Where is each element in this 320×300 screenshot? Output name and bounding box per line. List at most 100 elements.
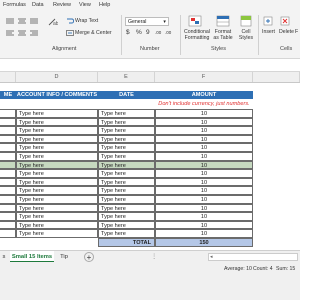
name-cell[interactable] (0, 109, 16, 118)
amount-cell[interactable]: 10 (155, 220, 253, 230)
date-cell[interactable]: Type here (98, 143, 155, 152)
account-cell[interactable]: Type here (16, 126, 98, 135)
format-button[interactable]: F (295, 29, 298, 35)
comma-button[interactable]: 9 (146, 29, 150, 36)
amount-cell[interactable]: 10 (155, 203, 253, 213)
total-value[interactable]: 150 (155, 238, 253, 247)
name-cell[interactable] (0, 152, 16, 161)
tab-data[interactable]: Data (32, 2, 44, 8)
column-header-c[interactable] (0, 72, 16, 82)
number-format-select[interactable]: General ▾ (125, 17, 169, 26)
date-cell[interactable]: Type here (98, 177, 155, 187)
decrease-decimal-button[interactable]: .00 (165, 30, 171, 36)
tab-help[interactable]: Help (99, 2, 110, 8)
percent-button[interactable]: % (136, 29, 142, 36)
delete-button[interactable]: Delete (279, 29, 294, 35)
add-sheet-button[interactable]: + (84, 252, 94, 262)
column-header-f[interactable]: F (155, 72, 253, 82)
amount-cell[interactable]: 10 (155, 229, 253, 238)
date-cell[interactable]: Type here (98, 126, 155, 135)
ribbon-separator (180, 15, 181, 55)
date-cell[interactable]: Type here (98, 169, 155, 178)
name-cell[interactable] (0, 117, 16, 127)
account-cell[interactable]: Type here (16, 143, 98, 152)
account-cell[interactable]: Type here (16, 169, 98, 178)
tab-review[interactable]: Review (53, 2, 71, 8)
formula-bar[interactable] (0, 59, 300, 72)
number-format-value: General (128, 19, 147, 25)
account-cell[interactable]: Type here (16, 109, 98, 118)
amount-cell[interactable]: 10 (155, 117, 253, 127)
account-cell[interactable]: Type here (16, 229, 98, 238)
name-cell[interactable] (0, 143, 16, 152)
name-cell[interactable] (0, 203, 16, 213)
amount-cell[interactable]: 10 (155, 152, 253, 161)
amount-cell[interactable]: 10 (155, 143, 253, 152)
name-cell[interactable] (0, 212, 16, 221)
amount-cell[interactable]: 10 (155, 186, 253, 195)
date-cell[interactable]: Type here (98, 195, 155, 204)
account-cell[interactable]: Type here (16, 195, 98, 204)
account-cell[interactable]: Type here (16, 117, 98, 127)
amount-cell[interactable]: 10 (155, 134, 253, 144)
name-cell[interactable] (0, 229, 16, 238)
tab-formulas[interactable]: Formulas (3, 2, 26, 8)
column-header-g[interactable] (253, 72, 300, 82)
amount-cell[interactable]: 10 (155, 177, 253, 187)
conditional-formatting-button[interactable]: Conditional Formatting (184, 29, 210, 41)
alignment-icons[interactable] (4, 16, 48, 40)
amount-cell[interactable]: 10 (155, 169, 253, 178)
name-cell[interactable] (0, 177, 16, 187)
group-label-styles: Styles (211, 46, 226, 52)
tab-view[interactable]: View (79, 2, 91, 8)
currency-button[interactable]: $ (126, 29, 130, 36)
ribbon: ab Wrap Text Merge & Center Alignment Ge… (0, 12, 300, 59)
name-cell[interactable] (0, 169, 16, 178)
account-cell[interactable]: Type here (16, 152, 98, 161)
account-cell[interactable]: Type here (16, 177, 98, 187)
status-sum: Sum: 15 (276, 266, 296, 272)
sheet-grid[interactable]: ME ACCOUNT INFO / COMMENTS DATE AMOUNT Don't… (0, 83, 300, 270)
scroll-left-icon[interactable]: ◂ (210, 253, 218, 261)
insert-button[interactable]: Insert (262, 29, 275, 35)
date-cell[interactable]: Type here (98, 203, 155, 213)
date-cell[interactable]: Type here (98, 160, 155, 170)
name-cell[interactable] (0, 186, 16, 195)
account-cell[interactable]: Type here (16, 160, 98, 170)
name-cell[interactable] (0, 134, 16, 144)
wrap-text-button[interactable]: Wrap Text (75, 18, 98, 24)
date-cell[interactable]: Type here (98, 186, 155, 195)
cell-styles-button[interactable]: Cell Styles (236, 29, 256, 41)
amount-cell[interactable]: 10 (155, 212, 253, 221)
name-cell[interactable] (0, 160, 16, 170)
date-cell[interactable]: Type here (98, 117, 155, 127)
conditional-formatting-icon (188, 15, 202, 27)
account-cell[interactable]: Type here (16, 134, 98, 144)
account-cell[interactable]: Type here (16, 203, 98, 213)
wrap-text-icon (67, 18, 74, 24)
increase-decimal-button[interactable]: .00 (155, 30, 161, 36)
column-header-e[interactable]: E (98, 72, 155, 82)
amount-cell[interactable]: 10 (155, 109, 253, 118)
format-as-table-button[interactable]: Format as Table (212, 29, 234, 41)
name-cell[interactable] (0, 220, 16, 230)
date-cell[interactable]: Type here (98, 212, 155, 221)
account-cell[interactable]: Type here (16, 212, 98, 221)
horizontal-scrollbar[interactable] (208, 253, 298, 261)
column-header-d[interactable]: D (16, 72, 98, 82)
name-cell[interactable] (0, 195, 16, 204)
amount-cell[interactable]: 10 (155, 160, 253, 170)
orientation-icon[interactable]: ab (48, 18, 58, 26)
amount-cell[interactable]: 10 (155, 126, 253, 135)
name-cell[interactable] (0, 126, 16, 135)
date-cell[interactable]: Type here (98, 220, 155, 230)
date-cell[interactable]: Type here (98, 134, 155, 144)
amount-cell[interactable]: 10 (155, 195, 253, 204)
date-cell[interactable]: Type here (98, 229, 155, 238)
account-cell[interactable]: Type here (16, 220, 98, 230)
currency-note: Don't include currency, just numbers. (158, 101, 250, 107)
date-cell[interactable]: Type here (98, 109, 155, 118)
date-cell[interactable]: Type here (98, 152, 155, 161)
account-cell[interactable]: Type here (16, 186, 98, 195)
merge-center-button[interactable]: Merge & Center (75, 30, 112, 36)
